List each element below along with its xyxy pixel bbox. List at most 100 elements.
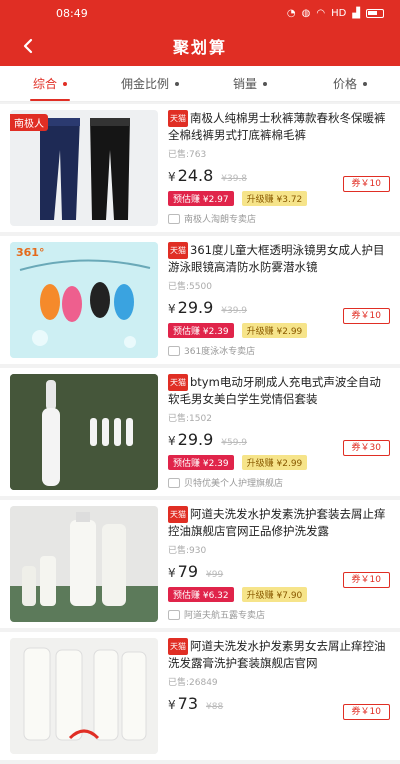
shop-name: 南极人淘朗专卖店 — [184, 215, 257, 225]
sold-count: 已售:930 — [168, 546, 207, 556]
product-info: 天猫 南极人纯棉男士秋裤薄款春秋冬保暖裤全棉线裤男式打底裤棉毛裤 已售:763 ¥… — [158, 110, 390, 226]
upgrade-earn-badge: 升级赚 ¥2.99 — [241, 455, 308, 470]
product-card[interactable]: 361° 天猫 361度儿童大框透明泳镜男女成人护目游泳眼镜高清防水防雾潜水镜 已… — [0, 236, 400, 364]
estimated-earn-badge: 预估赚 ¥2.39 — [168, 455, 234, 470]
shop-icon — [168, 609, 180, 620]
price: 73 — [177, 694, 198, 713]
original-price: ¥59.9 — [221, 438, 248, 448]
product-image — [10, 506, 158, 622]
sort-tab-sales[interactable]: 销量 — [200, 66, 300, 101]
product-card[interactable]: 南极人 天猫 南极人纯棉男士秋裤薄款春秋冬保暖裤全棉线裤男式打底裤棉毛裤 已售:7… — [0, 104, 400, 232]
currency-symbol: ¥ — [168, 170, 176, 184]
swim-goggles-image — [10, 242, 158, 358]
product-info: 天猫 361度儿童大框透明泳镜男女成人护目游泳眼镜高清防水防雾潜水镜 已售:550… — [158, 242, 390, 358]
sort-tab-label: 佣金比例 — [120, 77, 169, 91]
sort-tab-label: 综合 — [32, 77, 57, 91]
shop-row[interactable]: 贝特优美个人护理旗舰店 — [168, 476, 390, 489]
product-image: 南极人 — [10, 110, 158, 226]
toothbrush-image — [10, 374, 158, 490]
shop-icon — [168, 477, 180, 488]
product-list: 南极人 天猫 南极人纯棉男士秋裤薄款春秋冬保暖裤全棉线裤男式打底裤棉毛裤 已售:7… — [0, 104, 400, 764]
shop-row[interactable]: 南极人淘朗专卖店 — [168, 212, 390, 225]
product-title: 天猫 阿道夫洗发水护发素男女去屑止痒控油洗发露膏洗护套装旗舰店官网 — [168, 638, 390, 672]
wifi-icon: ◠ — [316, 7, 326, 19]
page-title: 聚划算 — [172, 38, 227, 57]
sort-dot-icon — [363, 81, 367, 86]
sold-count: 已售:763 — [168, 150, 207, 160]
sort-tab-comprehensive[interactable]: 综合 — [0, 66, 100, 101]
product-title-text: 阿道夫洗发水护发素男女去屑止痒控油洗发露膏洗护套装旗舰店官网 — [168, 639, 386, 670]
currency-symbol: ¥ — [168, 434, 176, 448]
alarm-icon: ◔ — [286, 7, 296, 19]
product-card[interactable]: 天猫 btym电动牙刷成人充电式声波全自动软毛男女美白学生党情侣套装 已售:150… — [0, 368, 400, 496]
product-card[interactable]: 天猫 阿道夫洗发水护发素洗护套装去屑止痒控油旗舰店官网正品修护洗发露 已售:930… — [0, 500, 400, 628]
sort-dot-icon — [263, 81, 267, 86]
currency-symbol: ¥ — [168, 698, 176, 712]
shop-name: 贝特优美个人护理旗舰店 — [184, 479, 284, 489]
back-button[interactable] — [14, 32, 42, 60]
shampoo-set-image — [10, 506, 158, 622]
product-title-text: 阿道夫洗发水护发素洗护套装去屑止痒控油旗舰店官网正品修护洗发露 — [168, 507, 386, 538]
sold-count: 已售:26849 — [168, 678, 218, 688]
product-image: 361° — [10, 242, 158, 358]
product-info: 天猫 btym电动牙刷成人充电式声波全自动软毛男女美白学生党情侣套装 已售:150… — [158, 374, 390, 490]
original-price: ¥99 — [206, 570, 224, 580]
price: 29.9 — [177, 298, 214, 317]
shop-icon — [168, 213, 180, 224]
product-info: 天猫 阿道夫洗发水护发素洗护套装去屑止痒控油旗舰店官网正品修护洗发露 已售:930… — [158, 506, 390, 622]
coupon-badge[interactable]: 券￥30 — [342, 440, 390, 456]
currency-symbol: ¥ — [168, 302, 176, 316]
product-title: 天猫 阿道夫洗发水护发素洗护套装去屑止痒控油旗舰店官网正品修护洗发露 — [168, 506, 390, 540]
platform-tag: 天猫 — [168, 242, 188, 259]
back-arrow-icon — [23, 38, 33, 54]
shop-row[interactable]: 361度泳冰专卖店 — [168, 344, 390, 357]
estimated-earn-badge: 预估赚 ¥2.97 — [168, 191, 234, 206]
sort-tab-label: 价格 — [332, 77, 357, 91]
original-price: ¥39.9 — [221, 306, 248, 316]
platform-tag: 天猫 — [168, 638, 188, 655]
shampoo-bottles-image — [10, 638, 158, 754]
battery-icon — [366, 8, 384, 18]
earn-badges: 预估赚 ¥2.97 升级赚 ¥3.72 — [168, 191, 390, 206]
estimated-earn-badge: 预估赚 ¥6.32 — [168, 587, 234, 602]
shop-row[interactable]: 阿道夫航五露专卖店 — [168, 608, 390, 621]
sold-count: 已售:5500 — [168, 282, 212, 292]
product-card[interactable]: 天猫 阿道夫洗发水护发素男女去屑止痒控油洗发露膏洗护套装旗舰店官网 已售:2684… — [0, 632, 400, 760]
product-image — [10, 638, 158, 754]
coupon-badge[interactable]: 券￥10 — [342, 704, 390, 720]
sort-dot-icon — [63, 81, 67, 86]
product-title-text: 361度儿童大框透明泳镜男女成人护目游泳眼镜高清防水防雾潜水镜 — [168, 243, 385, 274]
platform-tag: 天猫 — [168, 110, 188, 127]
status-icons: ◔ ◍ ◠ HD ▟ — [287, 8, 384, 19]
product-title-text: btym电动牙刷成人充电式声波全自动软毛男女美白学生党情侣套装 — [168, 375, 381, 406]
sold-count: 已售:1502 — [168, 414, 212, 424]
sort-dot-icon — [175, 81, 179, 86]
product-title: 天猫 南极人纯棉男士秋裤薄款春秋冬保暖裤全棉线裤男式打底裤棉毛裤 — [168, 110, 390, 144]
coupon-badge[interactable]: 券￥10 — [342, 176, 390, 192]
price: 24.8 — [177, 166, 214, 185]
platform-tag: 天猫 — [168, 374, 188, 391]
coupon-badge[interactable]: 券￥10 — [342, 572, 390, 588]
price: 29.9 — [177, 430, 214, 449]
product-title: 天猫 btym电动牙刷成人充电式声波全自动软毛男女美白学生党情侣套装 — [168, 374, 390, 408]
product-image — [10, 374, 158, 490]
vibrate-icon: ◍ — [301, 7, 311, 19]
earn-badges: 预估赚 ¥2.39 升级赚 ¥2.99 — [168, 455, 390, 470]
price: 79 — [177, 562, 198, 581]
currency-symbol: ¥ — [168, 566, 176, 580]
signal-icon: ▟ — [352, 7, 360, 19]
shop-name: 361度泳冰专卖店 — [184, 347, 256, 357]
status-time: 08:49 — [56, 6, 88, 20]
earn-badges: 预估赚 ¥2.39 升级赚 ¥2.99 — [168, 323, 390, 338]
upgrade-earn-badge: 升级赚 ¥7.90 — [241, 587, 308, 602]
sort-tab-price[interactable]: 价格 — [300, 66, 400, 101]
estimated-earn-badge: 预估赚 ¥2.39 — [168, 323, 234, 338]
coupon-badge[interactable]: 券￥10 — [342, 308, 390, 324]
product-title-text: 南极人纯棉男士秋裤薄款春秋冬保暖裤全棉线裤男式打底裤棉毛裤 — [168, 111, 386, 142]
status-bar: 08:49 ◔ ◍ ◠ HD ▟ — [0, 0, 400, 26]
product-title: 天猫 361度儿童大框透明泳镜男女成人护目游泳眼镜高清防水防雾潜水镜 — [168, 242, 390, 276]
sort-tab-commission[interactable]: 佣金比例 — [100, 66, 200, 101]
shop-icon — [168, 345, 180, 356]
hd-label: HD — [331, 7, 347, 19]
earn-badges: 预估赚 ¥6.32 升级赚 ¥7.90 — [168, 587, 390, 602]
